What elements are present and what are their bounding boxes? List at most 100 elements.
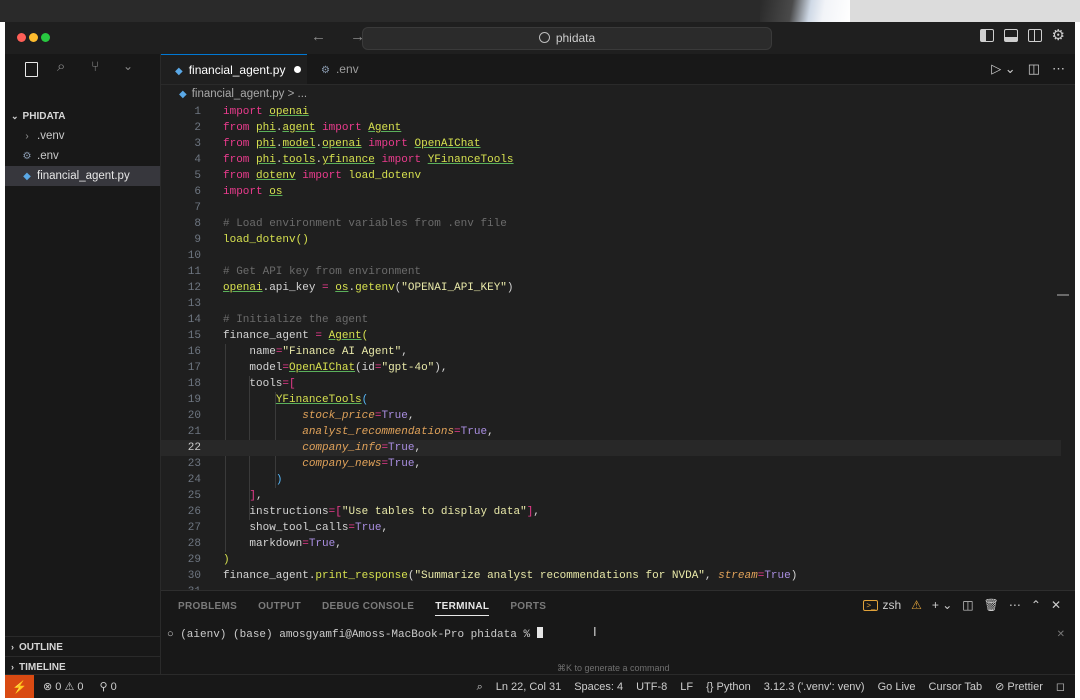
code-line: 29) xyxy=(187,554,230,566)
cursor-tab-button[interactable]: Cursor Tab xyxy=(929,675,983,698)
chevron-down-icon: ⌄ xyxy=(11,111,19,121)
sidebar-item-venv[interactable]: › .venv xyxy=(5,126,160,146)
photo-top-border xyxy=(0,0,1080,22)
sidebar-item-env[interactable]: ⚙ .env xyxy=(5,146,160,166)
split-editor-icon[interactable]: ◫ xyxy=(1028,61,1040,77)
tab-financial-agent[interactable]: ◆ financial_agent.py xyxy=(161,54,307,84)
search-view-icon[interactable]: ⌕ xyxy=(57,58,65,75)
status-left: ⊗ 0 ⚠ 0 ⚲ 0 xyxy=(43,675,117,698)
code-line: 27 show_tool_calls=True, xyxy=(187,522,389,534)
tab-ports[interactable]: PORTS xyxy=(510,601,546,616)
code-line: 1 import openai xyxy=(194,106,309,118)
tab-output[interactable]: OUTPUT xyxy=(258,601,301,616)
tab-debug-console[interactable]: DEBUG CONSOLE xyxy=(322,601,414,616)
terminal-icon: >_ xyxy=(863,599,879,611)
minimize-window-button[interactable] xyxy=(29,33,38,42)
trash-icon[interactable]: 🗑 xyxy=(984,598,999,612)
sidebar-item-label: .venv xyxy=(37,130,65,142)
terminal-hint: ⌘K to generate a command xyxy=(557,663,670,673)
encoding[interactable]: UTF-8 xyxy=(636,675,667,698)
chevron-down-icon[interactable]: ⌄ xyxy=(123,59,133,73)
settings-gear-icon[interactable]: ⚙ xyxy=(1052,28,1065,43)
ports-count[interactable]: ⚲ 0 xyxy=(99,675,116,698)
tab-label: .env xyxy=(335,62,359,76)
maximize-panel-icon[interactable]: ⌃ xyxy=(1031,598,1041,612)
sidebar-item-label: financial_agent.py xyxy=(37,170,130,182)
layout-controls: ⚙ xyxy=(979,28,1065,43)
chevron-right-icon: › xyxy=(11,642,14,652)
unsaved-dot-icon[interactable] xyxy=(294,66,302,73)
code-line: 26 instructions=["Use tables to display … xyxy=(187,506,540,518)
cursor-position[interactable]: Ln 22, Col 31 xyxy=(496,675,561,698)
tab-terminal[interactable]: TERMINAL xyxy=(435,601,490,616)
tab-env[interactable]: ⚙ .env xyxy=(307,54,419,84)
outline-label: OUTLINE xyxy=(19,642,63,653)
language-mode[interactable]: {} Python xyxy=(706,675,751,698)
code-line: 13 xyxy=(187,298,201,310)
search-icon xyxy=(538,32,550,43)
photo-dark-strip xyxy=(0,0,845,22)
problems-count[interactable]: ⊗ 0 ⚠ 0 xyxy=(43,675,83,698)
scrollbar-marker[interactable] xyxy=(1057,294,1069,296)
code-line: 18 tools=[ xyxy=(187,378,296,390)
code-line: 25 ], xyxy=(187,490,263,502)
gear-icon: ⚙ xyxy=(22,151,32,162)
explorer-files-icon[interactable] xyxy=(25,62,38,77)
sidebar-item-financial-agent[interactable]: ◆ financial_agent.py xyxy=(5,166,160,186)
remote-indicator-icon[interactable]: ⚡ xyxy=(5,675,34,698)
explorer-root-folder[interactable]: ⌄ PHIDATA xyxy=(5,106,160,126)
code-line: 9 load_dotenv() xyxy=(194,234,309,246)
breadcrumb-rest: > ... xyxy=(287,88,308,100)
python-interpreter[interactable]: 3.12.3 ('.venv': venv) xyxy=(764,675,865,698)
toggle-panel-icon[interactable] xyxy=(1003,29,1018,42)
light-streak xyxy=(760,0,850,22)
prettier-button[interactable]: ⊘ Prettier xyxy=(995,675,1043,698)
close-panel-icon[interactable]: ✕ xyxy=(1051,598,1061,612)
indentation[interactable]: Spaces: 4 xyxy=(574,675,623,698)
code-line: 14 # Initialize the agent xyxy=(187,314,369,326)
source-control-icon[interactable]: ⑂ xyxy=(91,58,99,74)
line-ending[interactable]: LF xyxy=(680,675,693,698)
code-line: 30 finance_agent.print_response("Summariz… xyxy=(187,570,798,582)
close-icon[interactable]: ✕ xyxy=(1057,629,1065,640)
zoom-icon[interactable]: ⌕ xyxy=(477,675,483,698)
code-line: 12 openai.api_key = os.getenv("OPENAI_API… xyxy=(187,282,514,294)
code-line: 3 from phi.model.openai import OpenAIChat xyxy=(194,138,481,150)
maximize-window-button[interactable] xyxy=(41,33,50,42)
code-line: 6 import os xyxy=(194,186,283,198)
bottom-panel: PROBLEMS OUTPUT DEBUG CONSOLE TERMINAL P… xyxy=(161,590,1075,679)
toggle-secondary-sidebar-icon[interactable] xyxy=(1027,29,1042,42)
code-line: 7 xyxy=(194,202,201,214)
run-icon[interactable]: ▷ ⌄ xyxy=(991,61,1016,77)
code-line: 21 analyst_recommendations=True, xyxy=(187,426,494,438)
tab-problems[interactable]: PROBLEMS xyxy=(178,601,237,616)
editor-actions: ▷ ⌄ ◫ ⋯ xyxy=(991,61,1065,77)
close-window-button[interactable] xyxy=(17,33,26,42)
sidebar-item-label: .env xyxy=(37,150,59,162)
warning-icon[interactable]: ⚠ xyxy=(911,598,922,612)
code-line: 19 YFinanceTools( xyxy=(187,394,369,406)
more-actions-icon[interactable]: ⋯ xyxy=(1052,61,1065,77)
shell-label[interactable]: zsh xyxy=(882,598,901,612)
command-center-search[interactable]: phidata xyxy=(362,27,772,50)
terminal-prompt[interactable]: ○ (aienv) (base) amosgyamfi@Amoss-MacBoo… xyxy=(167,627,543,641)
gear-icon: ⚙ xyxy=(321,65,330,76)
code-line: 4 from phi.tools.yfinance import YFinance… xyxy=(194,154,514,166)
notifications-bell-icon[interactable]: ◻ xyxy=(1056,675,1065,698)
code-line: 20 stock_price=True, xyxy=(187,410,415,422)
tab-label: financial_agent.py xyxy=(188,63,286,77)
go-live-button[interactable]: Go Live xyxy=(878,675,916,698)
toggle-sidebar-icon[interactable] xyxy=(979,29,994,42)
breadcrumb[interactable]: ◆ financial_agent.py > ... xyxy=(179,88,307,100)
code-line: 23 company_news=True, xyxy=(187,458,422,470)
code-line: 16 name="Finance AI Agent", xyxy=(187,346,408,358)
python-file-icon: ◆ xyxy=(23,171,31,182)
code-line: 28 markdown=True, xyxy=(187,538,342,550)
terminal-cursor xyxy=(536,627,543,638)
status-right: ⌕ Ln 22, Col 31 Spaces: 4 UTF-8 LF {} Py… xyxy=(477,675,1065,698)
folder-name: PHIDATA xyxy=(22,111,66,122)
split-terminal-icon[interactable]: ◫ xyxy=(962,598,973,612)
outline-section[interactable]: › OUTLINE xyxy=(5,636,160,657)
new-terminal-icon[interactable]: + ⌄ xyxy=(932,598,952,612)
more-actions-icon[interactable]: ⋯ xyxy=(1009,598,1021,612)
